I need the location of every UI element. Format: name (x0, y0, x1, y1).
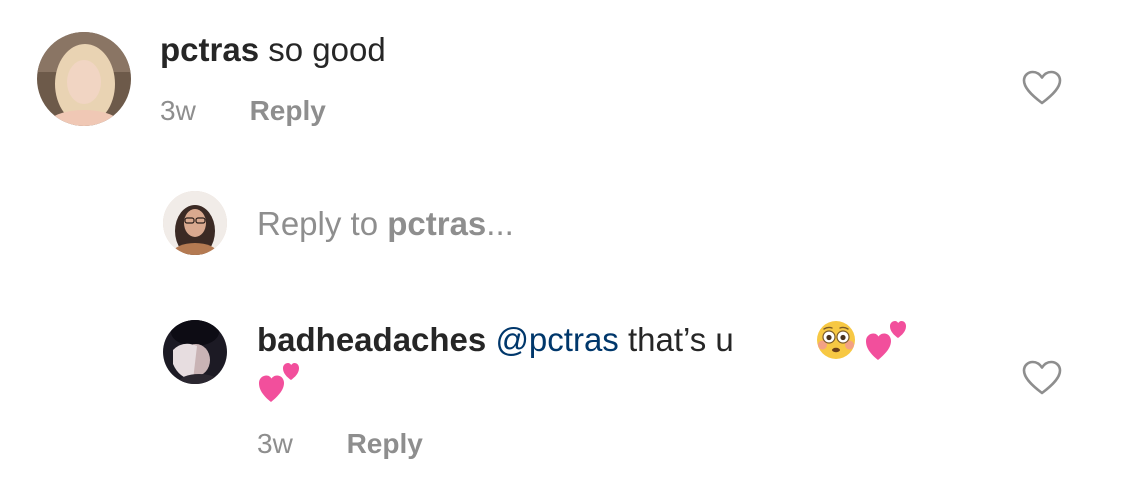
comment-1-text: so good (268, 31, 386, 68)
reply-input[interactable]: Reply to pctras... (257, 204, 514, 244)
reply-input-target: pctras (387, 205, 487, 242)
comment-2-mention[interactable]: @pctras (495, 321, 618, 358)
reply-input-prefix: Reply to (257, 205, 379, 242)
comment-1-like-heart-icon[interactable] (1022, 70, 1062, 106)
comment-2-line-1: badheadaches @pctras that’s u (257, 320, 734, 360)
comment-2-text: that’s u (627, 321, 734, 358)
two-hearts-emoji-icon (864, 318, 910, 362)
comment-2-username[interactable]: badheadaches (257, 321, 486, 358)
comment-1-reply-button[interactable]: Reply (250, 95, 326, 126)
comment-2-time: 3w (257, 428, 293, 459)
reply-input-suffix: ... (486, 205, 514, 242)
comment-1-time: 3w (160, 95, 196, 126)
comment-2-meta: 3w Reply (257, 428, 423, 460)
flushed-face-emoji-icon (815, 319, 857, 361)
comment-1-username[interactable]: pctras (160, 31, 259, 68)
two-hearts-emoji-icon (257, 360, 303, 404)
comment-2-like-heart-icon[interactable] (1022, 360, 1062, 396)
current-user-avatar (163, 191, 227, 255)
comment-1-meta: 3w Reply (160, 95, 326, 127)
avatar-badheadaches[interactable] (163, 320, 227, 384)
comment-1-line: pctras so good (160, 30, 386, 70)
avatar-pctras[interactable] (37, 32, 131, 126)
comment-2-reply-button[interactable]: Reply (347, 428, 423, 459)
